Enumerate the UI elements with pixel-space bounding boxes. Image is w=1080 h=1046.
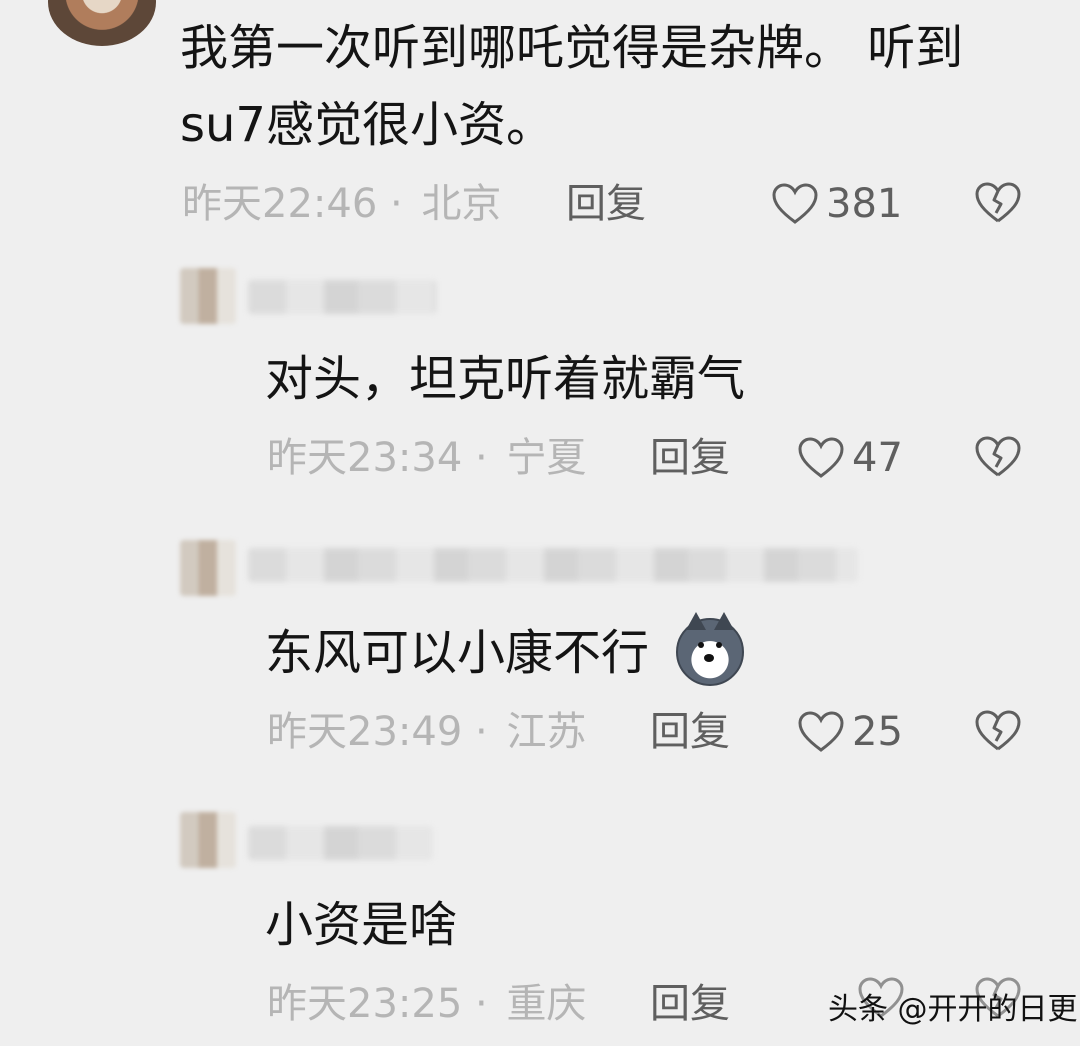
reply-username[interactable]: [248, 548, 858, 582]
broken-heart-icon: [975, 436, 1021, 478]
reply-button[interactable]: 回复: [650, 434, 730, 482]
reply-avatar[interactable]: [180, 812, 236, 868]
reply-avatar[interactable]: [180, 540, 236, 596]
reply-location: 江苏: [506, 709, 587, 755]
reply-text: 对头，坦克听着就霸气: [265, 351, 746, 407]
heart-outline-icon: [798, 437, 844, 479]
reply-text: 东风可以小康不行: [265, 625, 650, 681]
like-button[interactable]: 25: [798, 708, 903, 756]
doge-emoji-icon: [676, 612, 744, 686]
meta-separator: ·: [475, 435, 488, 481]
reply-meta: 昨天23:34 · 宁夏: [267, 434, 586, 482]
reply-button[interactable]: 回复: [566, 180, 646, 228]
reply-time: 昨天23:49: [267, 709, 463, 755]
meta-separator: ·: [390, 181, 403, 227]
heart-outline-icon: [798, 711, 844, 753]
reply-location: 重庆: [506, 981, 587, 1027]
reply-username[interactable]: [248, 826, 433, 860]
dislike-button[interactable]: [975, 436, 1021, 478]
reply-avatar[interactable]: [180, 268, 236, 324]
dislike-button[interactable]: [975, 182, 1021, 224]
broken-heart-icon: [975, 710, 1021, 752]
heart-outline-icon: [772, 183, 818, 225]
reply-button[interactable]: 回复: [650, 708, 730, 756]
reply-location: 宁夏: [506, 435, 587, 481]
like-button[interactable]: 47: [798, 434, 903, 482]
reply-meta: 昨天23:49 · 江苏: [267, 708, 586, 756]
dislike-button[interactable]: [975, 710, 1021, 752]
reply-username[interactable]: [248, 280, 436, 314]
reply-meta: 昨天23:25 · 重庆: [267, 980, 586, 1028]
watermark: 头条 @开开的日更: [828, 992, 1078, 1027]
reply-time: 昨天23:25: [267, 981, 463, 1027]
meta-separator: ·: [475, 981, 488, 1027]
like-count: 381: [826, 181, 903, 227]
reply-text: 小资是啥: [265, 897, 458, 953]
commenter-avatar[interactable]: [48, 0, 156, 46]
reply-time: 昨天23:34: [267, 435, 463, 481]
meta-separator: ·: [475, 709, 488, 755]
reply-button[interactable]: 回复: [650, 980, 730, 1028]
comment-location: 北京: [421, 181, 502, 227]
like-count: 25: [852, 709, 903, 755]
comment-meta: 昨天22:46 · 北京: [182, 180, 501, 228]
like-button[interactable]: 381: [772, 180, 902, 228]
comment-time: 昨天22:46: [182, 181, 378, 227]
like-count: 47: [852, 435, 903, 481]
comment-text-line-2: su7感觉很小资。: [180, 97, 554, 153]
comment-text-line-1: 我第一次听到哪吒觉得是杂牌。 听到: [180, 20, 964, 76]
broken-heart-icon: [975, 182, 1021, 224]
